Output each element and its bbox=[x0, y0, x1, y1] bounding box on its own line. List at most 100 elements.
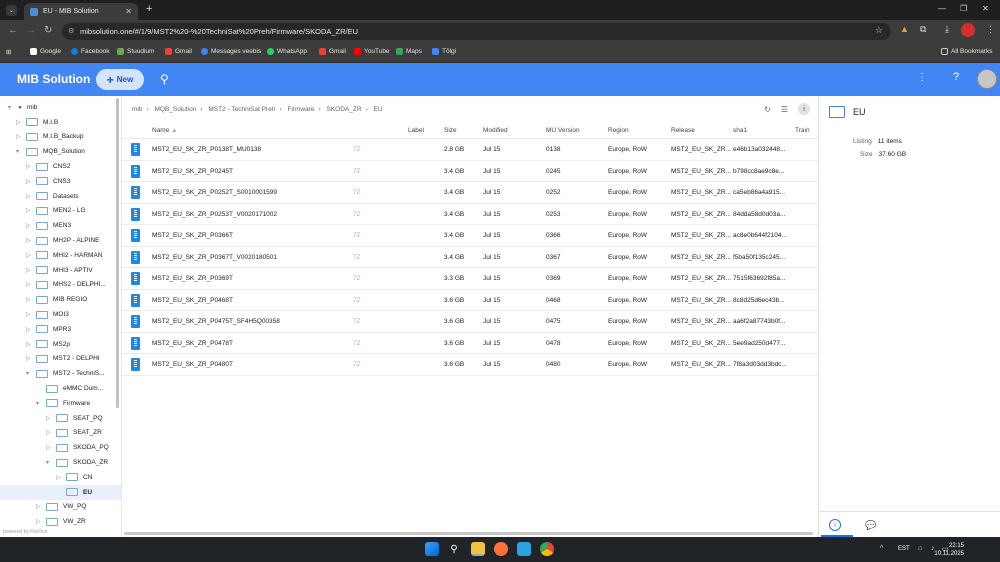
sidebar-item[interactable]: ▷ MEN2 - LG bbox=[0, 204, 121, 219]
chrome-taskbar-icon[interactable] bbox=[540, 542, 554, 556]
chevron-down-icon[interactable]: ▾ bbox=[26, 370, 34, 377]
sidebar-item[interactable]: ▷ MHI2 - HARMAN bbox=[0, 248, 121, 263]
table-row[interactable]: MST2_EU_SK_ZR_P0367T_V0020180501 7Z 3.4 GB… bbox=[122, 247, 818, 268]
table-row[interactable]: MST2_EU_SK_ZR_P0253T_V0020171002 7Z 3.4 GB… bbox=[122, 204, 818, 225]
sidebar-item[interactable]: ▷ M.I.B_Backup bbox=[0, 130, 121, 145]
sidebar-item[interactable]: ▷ MOI3 bbox=[0, 307, 121, 322]
chevron-down-icon[interactable]: ▾ bbox=[8, 104, 16, 111]
browser-tab[interactable]: EU - MIB Solution ✕ bbox=[24, 3, 138, 20]
sidebar-item[interactable]: ▾ Firmware bbox=[0, 396, 121, 411]
breadcrumb-item[interactable]: EU bbox=[374, 106, 383, 113]
col-modified[interactable]: Modified bbox=[483, 127, 508, 134]
chevron-right-icon[interactable]: ▷ bbox=[26, 207, 34, 214]
more-menu-icon[interactable]: ⋮ bbox=[917, 72, 927, 83]
sidebar-item[interactable]: ▷ MH2P - ALPINE bbox=[0, 233, 121, 248]
sidebar-item[interactable]: ▾ MQB_Solution bbox=[0, 144, 121, 159]
tab-search-icon[interactable]: ⌄ bbox=[6, 5, 17, 16]
col-mu-version[interactable]: MU Version bbox=[546, 127, 580, 134]
chevron-right-icon[interactable]: ▷ bbox=[26, 237, 34, 244]
store-icon[interactable] bbox=[517, 542, 531, 556]
tray-chevron-icon[interactable]: ^ bbox=[880, 545, 883, 552]
chevron-right-icon[interactable]: ▷ bbox=[36, 518, 44, 525]
col-name[interactable]: Name ▲ bbox=[152, 127, 178, 134]
bookmark-facebook[interactable]: Facebook bbox=[71, 48, 110, 55]
chevron-right-icon[interactable]: ▷ bbox=[56, 474, 64, 481]
table-row[interactable]: MST2_EU_SK_ZR_P0478T 7Z 3.6 GB Jul 15 0478 Eu… bbox=[122, 333, 818, 354]
chevron-right-icon[interactable]: ▷ bbox=[26, 178, 34, 185]
chevron-right-icon[interactable]: ▷ bbox=[26, 193, 34, 200]
info-icon[interactable]: i bbox=[798, 103, 810, 115]
bookmark-google[interactable]: Google bbox=[30, 48, 61, 55]
bookmark-stuudium[interactable]: Stuudium bbox=[117, 48, 154, 55]
refresh-icon[interactable]: ↻ bbox=[764, 105, 771, 114]
chevron-right-icon[interactable]: ▷ bbox=[26, 281, 34, 288]
table-row[interactable]: MST2_EU_SK_ZR_P0252T_S0010001599 7Z 3.4 GB… bbox=[122, 182, 818, 204]
table-row[interactable]: MST2_EU_SK_ZR_P0245T 7Z 3.4 GB Jul 15 0245 Eu… bbox=[122, 161, 818, 182]
table-row[interactable]: MST2_EU_SK_ZR_P0468T 7Z 3.6 GB Jul 15 0468 Eu… bbox=[122, 290, 818, 311]
search-taskbar-icon[interactable]: ⚲ bbox=[447, 542, 461, 556]
chevron-right-icon[interactable]: ▷ bbox=[46, 415, 54, 422]
chevron-right-icon[interactable]: ▷ bbox=[26, 311, 34, 318]
chevron-down-icon[interactable]: ▾ bbox=[46, 459, 54, 466]
col-region[interactable]: Region bbox=[608, 127, 629, 134]
table-row[interactable]: MST2_EU_SK_ZR_P0369T 7Z 3.3 GB Jul 15 0369 Eu… bbox=[122, 268, 818, 290]
download-icon[interactable]: ⤓ bbox=[945, 24, 949, 35]
sidebar-item[interactable]: ▷ MIB REGIO bbox=[0, 292, 121, 307]
bookmark-gmail-2[interactable]: Gmail bbox=[319, 48, 346, 55]
chevron-right-icon[interactable]: ▷ bbox=[46, 444, 54, 451]
file-explorer-icon[interactable] bbox=[471, 542, 485, 556]
breadcrumb-item[interactable]: mib bbox=[132, 106, 142, 113]
sidebar-item[interactable]: ▷ CNS3 bbox=[0, 174, 121, 189]
sidebar-item[interactable]: ▷ Datasets bbox=[0, 189, 121, 204]
chevron-right-icon[interactable]: ▷ bbox=[46, 429, 54, 436]
sidebar-item[interactable]: ▷ SEAT_ZR bbox=[0, 426, 121, 441]
col-size[interactable]: Size bbox=[444, 127, 457, 134]
close-window-icon[interactable]: ✕ bbox=[982, 4, 989, 13]
site-info-icon[interactable]: ⚙ bbox=[68, 27, 74, 35]
col-sha1[interactable]: sha1 bbox=[733, 127, 747, 134]
bookmark-translate[interactable]: Tõlgi bbox=[432, 48, 456, 55]
bookmark-youtube[interactable]: YouTube bbox=[354, 48, 390, 55]
tree-root[interactable]: ▾ ● mib bbox=[0, 100, 121, 115]
sidebar-item[interactable]: ▷ MHS2 - DELPHI... bbox=[0, 278, 121, 293]
address-bar[interactable]: ⚙ mibsolution.one/#/1/9/MST2%20-%20Techn… bbox=[62, 23, 891, 40]
extension-icon[interactable]: ▲ bbox=[900, 24, 909, 34]
language-indicator[interactable]: EST bbox=[898, 546, 910, 552]
back-icon[interactable]: ← bbox=[8, 25, 18, 36]
chevron-right-icon[interactable]: ▷ bbox=[26, 326, 34, 333]
chevron-right-icon[interactable]: ▷ bbox=[16, 119, 24, 126]
chevron-right-icon[interactable]: ▷ bbox=[36, 503, 44, 510]
breadcrumb-item[interactable]: MQB_Solution bbox=[154, 106, 196, 113]
chevron-right-icon[interactable]: ▷ bbox=[26, 355, 34, 362]
sidebar-item[interactable]: ▾ SKODA_ZR bbox=[0, 455, 121, 470]
chevron-right-icon[interactable]: ▷ bbox=[26, 341, 34, 348]
sidebar-item[interactable]: ▾ MST2 - TechniS... bbox=[0, 366, 121, 381]
all-bookmarks[interactable]: All Bookmarks bbox=[941, 48, 993, 55]
network-icon[interactable]: ⌂ bbox=[918, 545, 922, 552]
user-avatar[interactable] bbox=[977, 69, 997, 89]
bookmark-whatsapp[interactable]: WhatsApp bbox=[267, 48, 307, 55]
sidebar-item[interactable]: EU bbox=[0, 484, 121, 500]
table-row[interactable]: MST2_EU_SK_ZR_P0480T 7Z 3.6 GB Jul 15 0480 Eu… bbox=[122, 354, 818, 376]
info-tab-icon[interactable]: i bbox=[829, 519, 841, 531]
sidebar-scrollbar[interactable] bbox=[116, 98, 119, 408]
chrome-menu-icon[interactable]: ⋮ bbox=[986, 24, 995, 35]
profile-avatar[interactable] bbox=[961, 23, 975, 37]
table-row[interactable]: MST2_EU_SK_ZR_P0366T 7Z 3.4 GB Jul 15 0366 Eu… bbox=[122, 225, 818, 247]
col-train[interactable]: Train bbox=[795, 127, 810, 134]
bookmark-star-icon[interactable]: ☆ bbox=[875, 25, 883, 36]
sidebar-item[interactable]: ▷ MPR3 bbox=[0, 322, 121, 337]
firefox-icon[interactable] bbox=[494, 542, 508, 556]
breadcrumb-item[interactable]: Firmware bbox=[287, 106, 314, 113]
table-row[interactable]: MST2_EU_SK_ZR_P0475T_SF4H5Q00358 7Z 3.6 GB… bbox=[122, 311, 818, 333]
sidebar-item[interactable]: eMMC Dum... bbox=[0, 381, 121, 396]
chevron-down-icon[interactable]: ▾ bbox=[36, 400, 44, 407]
search-icon[interactable]: ⚲ bbox=[160, 72, 169, 86]
forward-icon[interactable]: → bbox=[26, 25, 36, 36]
sidebar-item[interactable]: ▷ CN bbox=[0, 470, 121, 485]
horizontal-scrollbar[interactable] bbox=[124, 532, 813, 535]
bookmark-maps[interactable]: Maps bbox=[396, 48, 422, 55]
chevron-right-icon[interactable]: ▷ bbox=[26, 267, 34, 274]
sidebar-item[interactable]: ▷ SKODA_PQ bbox=[0, 440, 121, 455]
bookmark-gmail[interactable]: Gmail bbox=[165, 48, 192, 55]
